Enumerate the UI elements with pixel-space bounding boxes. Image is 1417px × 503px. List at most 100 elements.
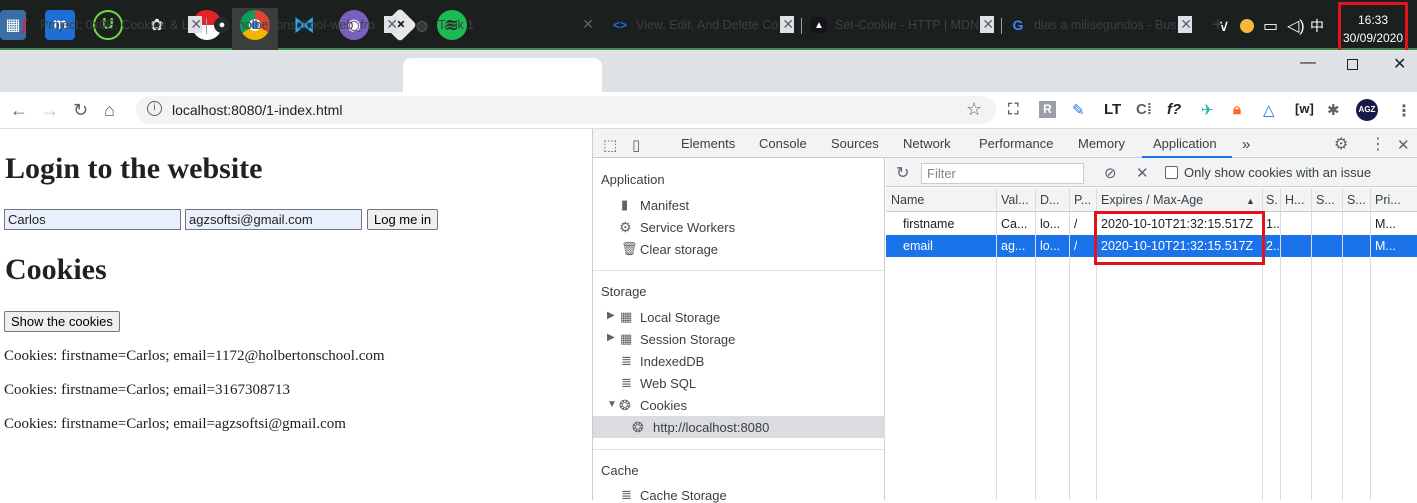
globe-icon: ◍ — [415, 16, 429, 33]
login-button[interactable]: Log me in — [367, 209, 439, 230]
css-extension-icon[interactable]: C⁞ — [1136, 101, 1152, 118]
sidebar-item-session-storage[interactable]: Session Storage — [640, 332, 735, 347]
close-icon[interactable]: ✕ — [188, 16, 202, 33]
database-icon: ≣ — [621, 353, 632, 368]
column-header-value[interactable]: Val... — [1001, 193, 1029, 207]
sidebar-item-web-sql[interactable]: Web SQL — [640, 376, 696, 391]
expand-triangle-icon[interactable]: ▶ — [607, 310, 615, 321]
settings-gear-icon[interactable]: ⚙ — [1334, 134, 1348, 154]
minimize-icon[interactable]: — — [1300, 54, 1316, 72]
delete-selected-icon[interactable]: ✕ — [1136, 164, 1149, 182]
close-icon[interactable]: ✕ — [1178, 16, 1192, 33]
bookmark-star-icon[interactable]: ☆ — [966, 99, 982, 120]
profile-avatar[interactable]: AGZ — [1356, 99, 1378, 121]
extensions-puzzle-icon[interactable]: ✱ — [1327, 101, 1340, 119]
tab-performance[interactable]: Performance — [979, 136, 1053, 151]
tab-set-cookie-mdn[interactable]: ▲ Set-Cookie - HTTP | MDN ✕ — [811, 13, 994, 37]
network-icon[interactable]: ▭ — [1263, 16, 1278, 36]
home-icon[interactable]: ⌂ — [104, 100, 115, 121]
cookie-size: 1.. — [1266, 217, 1280, 231]
triangle-extension-icon[interactable]: △ — [1263, 101, 1275, 119]
tab-network[interactable]: Network — [903, 136, 951, 151]
lt-extension-icon[interactable]: LT — [1104, 101, 1121, 118]
sidebar-item-manifest[interactable]: Manifest — [640, 198, 689, 213]
tab-task-1[interactable]: ◍ Task 1 ✕ — [414, 13, 594, 37]
sidebar-item-cookie-origin[interactable]: http://localhost:8080 — [653, 420, 769, 435]
active-tab-background — [403, 58, 602, 92]
show-cookies-button[interactable]: Show the cookies — [4, 311, 120, 332]
chrome-menu-icon[interactable]: ⋮ — [1396, 101, 1412, 121]
wappalyzer-extension-icon[interactable]: [w] — [1295, 101, 1314, 116]
collapse-triangle-icon[interactable]: ▼ — [607, 399, 617, 410]
tab-sources[interactable]: Sources — [831, 136, 879, 151]
column-header-secure[interactable]: S... — [1316, 193, 1335, 207]
firstname-input[interactable]: Carlos — [4, 209, 181, 230]
cookie-domain: lo... — [1040, 239, 1061, 253]
column-header-httponly[interactable]: H... — [1285, 193, 1304, 207]
column-header-expires[interactable]: Expires / Max-Age — [1101, 193, 1203, 207]
column-header-domain[interactable]: D... — [1040, 193, 1059, 207]
tab-application[interactable]: Application — [1153, 136, 1217, 151]
highlight-box — [1094, 211, 1265, 265]
back-icon[interactable]: ← — [10, 100, 28, 121]
maximize-icon[interactable] — [1347, 59, 1358, 70]
system-clock[interactable]: 16:33 30/09/2020 — [1338, 2, 1408, 54]
clear-all-icon[interactable]: ⊘ — [1104, 164, 1117, 182]
expand-triangle-icon[interactable]: ▶ — [607, 332, 615, 343]
lock-extension-icon[interactable]: 🔒︎ — [1233, 101, 1241, 118]
more-tabs-icon[interactable]: » — [1242, 136, 1250, 153]
tab-google-search[interactable]: G dias a milisegundos - Bus ✕ — [1010, 13, 1192, 37]
window-close-icon[interactable]: ✕ — [1393, 54, 1406, 74]
close-icon[interactable]: ✕ — [780, 16, 794, 33]
cookie-value: Ca... — [1001, 217, 1028, 231]
sidebar-item-cookies[interactable]: Cookies — [640, 398, 687, 413]
extension-r-icon[interactable]: R — [1039, 101, 1056, 118]
tab-memory[interactable]: Memory — [1078, 136, 1125, 151]
tab-elements[interactable]: Elements — [681, 136, 735, 151]
column-header-size[interactable]: S. — [1266, 193, 1278, 207]
forward-icon[interactable]: → — [41, 100, 59, 121]
formula-extension-icon[interactable]: f? — [1167, 101, 1181, 118]
inspect-element-icon[interactable]: ⬚ — [603, 136, 617, 154]
sidebar-item-clear-storage[interactable]: Clear storage — [640, 242, 718, 257]
sidebar-item-service-workers[interactable]: Service Workers — [640, 220, 735, 235]
cookie-path: / — [1074, 217, 1078, 231]
email-input[interactable]: agzsoftsi@gmail.com — [185, 209, 362, 230]
column-header-path[interactable]: P... — [1074, 193, 1091, 207]
close-devtools-icon[interactable]: ✕ — [1397, 136, 1410, 154]
cookie-output-line: Cookies: firstname=Carlos; email=1172@ho… — [4, 348, 385, 364]
tab-console[interactable]: Console — [759, 136, 807, 151]
cookie-icon: ❂ — [619, 397, 631, 413]
column-header-samesite[interactable]: S... — [1347, 193, 1366, 207]
close-icon[interactable]: ✕ — [980, 16, 994, 33]
cookie-name: firstname — [903, 217, 955, 231]
screenshot-extension-icon[interactable]: ⛶ — [1008, 101, 1019, 118]
refresh-icon[interactable]: ↻ — [896, 163, 909, 183]
reload-icon[interactable]: ↻ — [73, 100, 88, 121]
close-icon[interactable]: ✕ — [582, 16, 594, 33]
new-tab-button[interactable]: + — [1212, 13, 1232, 37]
database-icon: ≣ — [621, 375, 632, 390]
column-header-name[interactable]: Name — [891, 193, 924, 207]
feather-extension-icon[interactable]: ✎ — [1072, 101, 1085, 119]
device-toolbar-icon[interactable]: ▯ — [632, 136, 640, 154]
google-icon: G — [1012, 17, 1024, 33]
devtools-menu-icon[interactable]: ⋮ — [1370, 134, 1386, 154]
weather-icon[interactable] — [1240, 19, 1254, 33]
only-issue-checkbox[interactable] — [1165, 166, 1178, 179]
tab-github-repo[interactable]: ● holbertonschool-web_fro ✕ — [214, 13, 398, 37]
ime-icon[interactable]: 中 — [1310, 16, 1324, 36]
column-header-priority[interactable]: Pri... — [1375, 193, 1401, 207]
close-icon[interactable]: ✕ — [384, 16, 398, 33]
bird-extension-icon[interactable]: ✈ — [1201, 101, 1214, 119]
sidebar-item-indexeddb[interactable]: IndexedDB — [640, 354, 704, 369]
clock-date: 30/09/2020 — [1342, 31, 1404, 45]
volume-icon[interactable]: ◁) — [1287, 16, 1305, 36]
cookie-filter-input[interactable]: Filter — [921, 163, 1084, 184]
sidebar-item-cache-storage[interactable]: Cache Storage — [640, 488, 727, 503]
info-icon[interactable]: i — [147, 101, 162, 116]
url-text[interactable]: localhost:8080/1-index.html — [172, 102, 342, 118]
sidebar-item-local-storage[interactable]: Local Storage — [640, 310, 720, 325]
tab-view-edit-cookies[interactable]: <> View, Edit, And Delete Co ✕ — [612, 13, 794, 37]
tab-project-cookies[interactable]: ʃ Project: 0x0E. Cookies & L ✕ — [16, 13, 202, 37]
